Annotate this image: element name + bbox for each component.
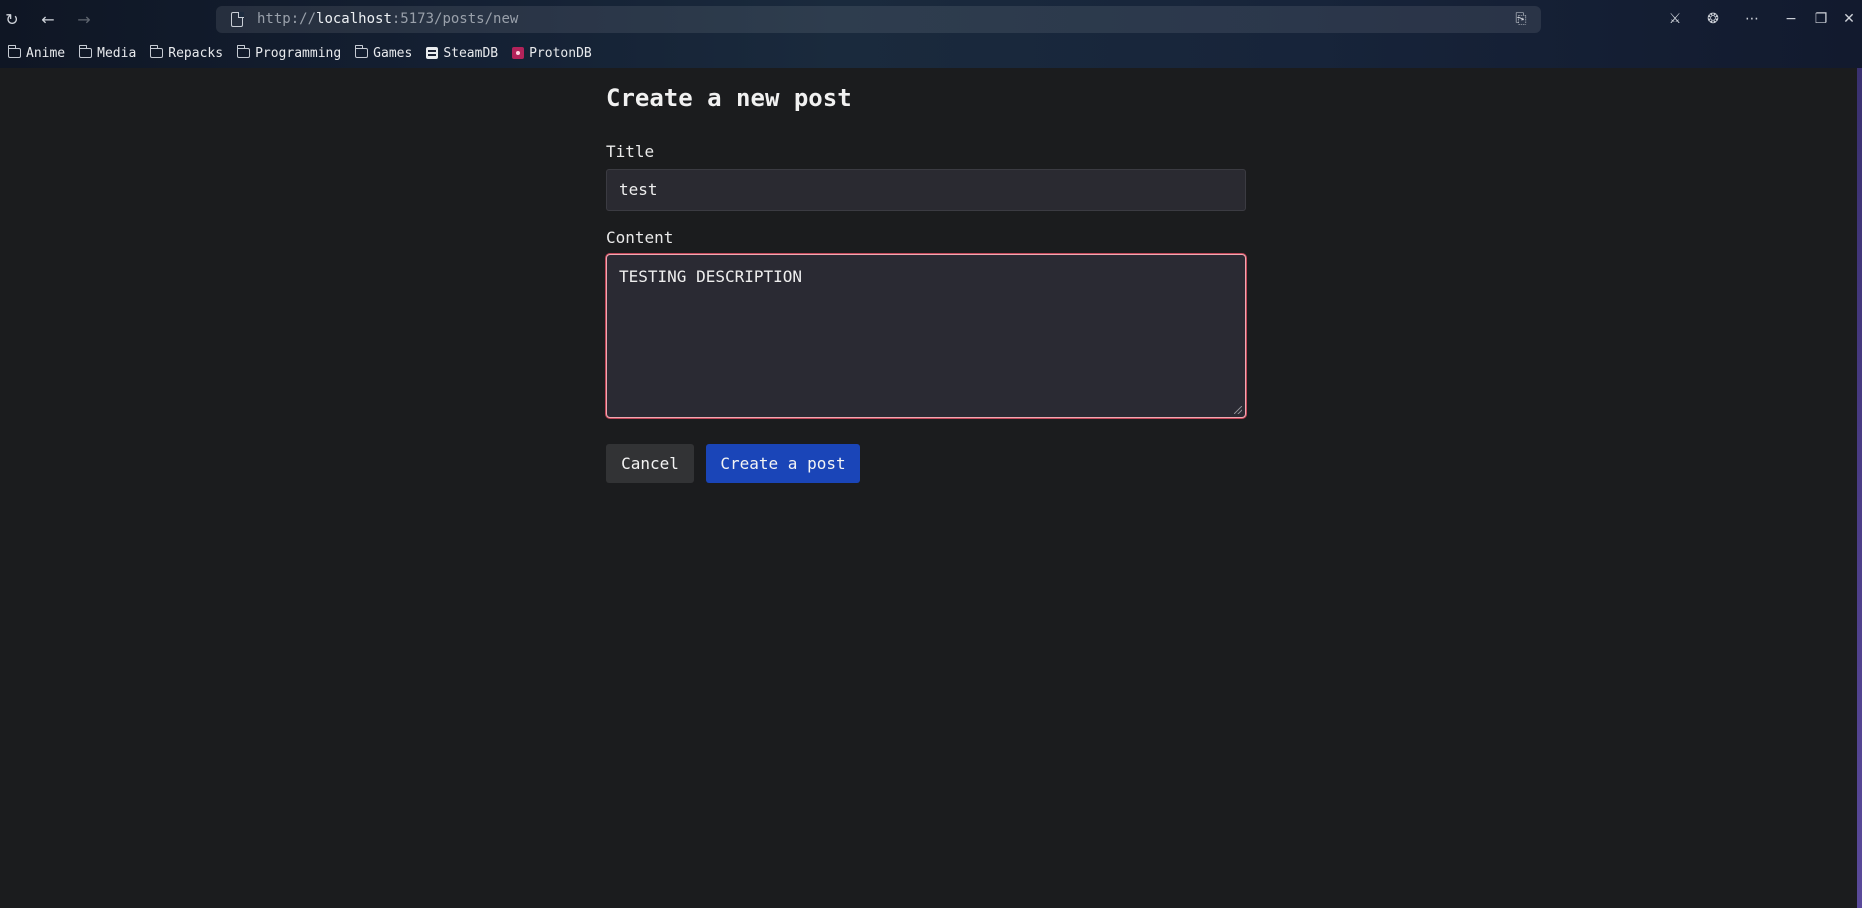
extensions-icon[interactable]: ❂: [1700, 7, 1726, 31]
bookmark-label: Programming: [255, 45, 342, 61]
address-bar[interactable]: http://localhost:5173/posts/new ⎘: [216, 6, 1541, 33]
bookmark-label: Anime: [26, 45, 66, 61]
bookmarks-bar: Anime Media Repacks Programming Games St…: [0, 42, 1862, 64]
bookmark-label: ProtonDB: [529, 45, 592, 61]
content-label: Content: [606, 228, 674, 247]
forward-icon[interactable]: →: [72, 7, 96, 31]
content-textarea[interactable]: TESTING DESCRIPTION: [606, 254, 1246, 418]
browser-chrome: ↻ ← → http://localhost:5173/posts/new ⎘ …: [0, 0, 1862, 68]
title-label: Title: [606, 142, 655, 161]
more-menu-icon[interactable]: ⋯: [1739, 7, 1765, 31]
resize-handle-icon[interactable]: [1234, 406, 1242, 414]
folder-icon: [236, 45, 251, 58]
bookmark-media[interactable]: Media: [78, 45, 137, 61]
protondb-icon: [512, 47, 525, 59]
minimize-icon[interactable]: −: [1778, 7, 1804, 31]
cancel-button[interactable]: Cancel: [606, 444, 694, 483]
steamdb-icon: [426, 47, 439, 59]
bookmark-programming[interactable]: Programming: [236, 45, 342, 61]
bookmark-protondb[interactable]: ProtonDB: [512, 46, 592, 61]
page-content: Create a new post Title test Content TES…: [0, 68, 1857, 908]
reading-view-icon[interactable]: ⎘: [1513, 11, 1529, 27]
bookmark-games[interactable]: Games: [354, 45, 413, 61]
restore-icon[interactable]: ❐: [1808, 7, 1834, 31]
bookmark-label: SteamDB: [443, 45, 499, 61]
folder-icon: [7, 45, 21, 58]
url-scheme: http://: [257, 11, 317, 27]
folder-icon: [149, 45, 164, 58]
close-icon[interactable]: ✕: [1836, 7, 1862, 31]
page-title: Create a new post: [606, 84, 852, 112]
folder-icon: [78, 45, 93, 58]
content-text: TESTING DESCRIPTION: [619, 267, 803, 286]
bookmark-label: Media: [97, 45, 137, 61]
create-post-button[interactable]: Create a post: [706, 444, 860, 483]
title-input[interactable]: test: [606, 169, 1246, 211]
url-path: :5173/posts/new: [391, 11, 519, 27]
sidebar-edge: [1857, 68, 1862, 908]
bookmark-anime[interactable]: Anime: [7, 45, 66, 61]
browser-toolbar: ↻ ← → http://localhost:5173/posts/new ⎘ …: [0, 0, 1862, 38]
bookmark-steamdb[interactable]: SteamDB: [426, 46, 498, 61]
back-icon[interactable]: ←: [36, 7, 60, 31]
reload-icon[interactable]: ↻: [0, 7, 24, 31]
bookmark-label: Games: [373, 45, 413, 61]
copilot-icon[interactable]: ⚔: [1662, 7, 1688, 31]
page-info-icon[interactable]: [231, 11, 244, 27]
bookmark-repacks[interactable]: Repacks: [149, 45, 224, 61]
url-host: localhost: [316, 11, 392, 27]
address-text[interactable]: http://localhost:5173/posts/new: [257, 11, 518, 27]
folder-icon: [354, 45, 369, 58]
bookmark-label: Repacks: [168, 45, 224, 61]
